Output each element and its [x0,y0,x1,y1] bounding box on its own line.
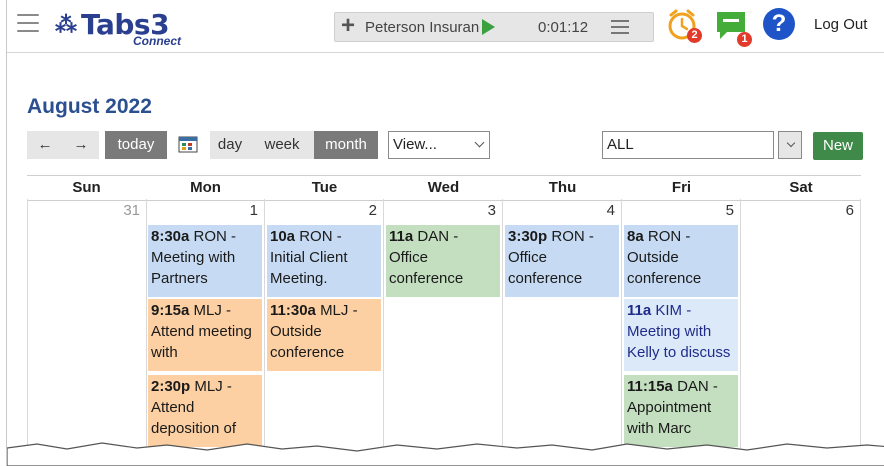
day-cell-wed[interactable]: 3 11a DAN - Office conference [384,199,503,466]
calendar-event[interactable]: 11:15a DAN - Appointment with Marc [624,375,738,447]
date-number[interactable]: 31 [123,202,140,219]
logout-link[interactable]: Log Out [814,16,867,33]
day-cell-fri[interactable]: 5 8a RON - Outside conference 11a KIM - … [622,199,741,466]
message-count-badge: 1 [737,32,752,47]
day-cell-sun[interactable]: 31 [27,199,147,466]
calendar-event[interactable]: 8a RON - Outside conference [624,225,738,297]
play-icon[interactable] [482,19,495,35]
timer-list-icon[interactable] [611,19,629,35]
date-number[interactable]: 6 [846,202,854,219]
messages-icon[interactable]: 1 [715,8,755,48]
top-bar: ⁂ Tabs3 Connect + Peterson Insuranc 0:01… [7,0,884,53]
calendar-event[interactable]: 11a KIM - Meeting with Kelly to discuss [624,299,738,371]
prev-button[interactable]: ← [27,131,63,159]
day-header-sat: Sat [741,175,861,201]
date-number[interactable]: 5 [726,202,734,219]
app-frame: ⁂ Tabs3 Connect + Peterson Insuranc 0:01… [6,0,884,466]
view-select[interactable]: View... [388,131,490,159]
timer-elapsed: 0:01:12 [538,19,589,36]
date-number[interactable]: 3 [488,202,496,219]
mini-calendar-icon[interactable] [178,135,198,153]
filter-dropdown-button[interactable] [778,131,802,159]
reminders-alarm-icon[interactable]: 2 [665,7,705,47]
add-timer-icon[interactable]: + [341,14,355,38]
filter-select[interactable]: ALL [602,131,774,159]
day-header-mon: Mon [146,175,265,201]
week-view-button[interactable]: week [250,131,314,159]
calendar-event[interactable]: 3:30p RON - Office conference [505,225,619,297]
date-number[interactable]: 1 [250,202,258,219]
fee-timer: + Peterson Insuranc 0:01:12 [334,12,654,42]
day-header-thu: Thu [503,175,622,201]
calendar-event[interactable]: 2:30p MLJ - Attend deposition of [148,375,262,447]
chevron-down-icon [474,137,485,148]
logo-subtext: Connect [133,34,181,48]
calendar-event[interactable]: 11:30a MLJ - Outside conference [267,299,381,371]
day-cell-mon[interactable]: 1 8:30a RON - Meeting with Partners 9:15… [146,199,265,466]
logo-swirl-icon: ⁂ [55,12,77,37]
new-button[interactable]: New [813,132,863,160]
torn-edge-decoration [7,442,884,466]
chevron-down-icon [786,138,796,148]
day-header-wed: Wed [384,175,503,201]
calendar-event[interactable]: 9:15a MLJ - Attend meeting with [148,299,262,371]
day-header-sun: Sun [27,175,146,201]
calendar-toolbar: ← → today day week month View... ALL New [27,131,865,160]
calendar-event[interactable]: 8:30a RON - Meeting with Partners [148,225,262,297]
timer-client[interactable]: Peterson Insuranc [365,19,480,36]
today-button[interactable]: today [105,131,167,159]
calendar-event[interactable]: 10a RON - Initial Client Meeting. [267,225,381,297]
day-header-fri: Fri [622,175,741,201]
view-select-value: View... [393,136,437,153]
reminder-count-badge: 2 [687,28,702,43]
hamburger-menu-icon[interactable] [17,14,39,36]
day-view-button[interactable]: day [210,131,250,159]
day-cell-thu[interactable]: 4 3:30p RON - Office conference [503,199,622,466]
calendar-event[interactable]: 11a DAN - Office conference [386,225,500,297]
date-number[interactable]: 2 [369,202,377,219]
day-cell-sat[interactable]: 6 [741,199,861,466]
month-grid: Sun Mon Tue Wed Thu Fri Sat 31 1 8:30a R… [27,175,865,466]
day-header-tue: Tue [265,175,384,201]
date-number[interactable]: 4 [607,202,615,219]
next-button[interactable]: → [63,131,99,159]
calendar-title: August 2022 [27,95,152,118]
help-icon[interactable]: ? [763,8,795,40]
tabs3-logo[interactable]: ⁂ Tabs3 Connect [55,8,195,48]
filter-select-value: ALL [607,136,634,153]
month-view-button[interactable]: month [314,131,378,159]
day-cell-tue[interactable]: 2 10a RON - Initial Client Meeting. 11:3… [265,199,384,466]
